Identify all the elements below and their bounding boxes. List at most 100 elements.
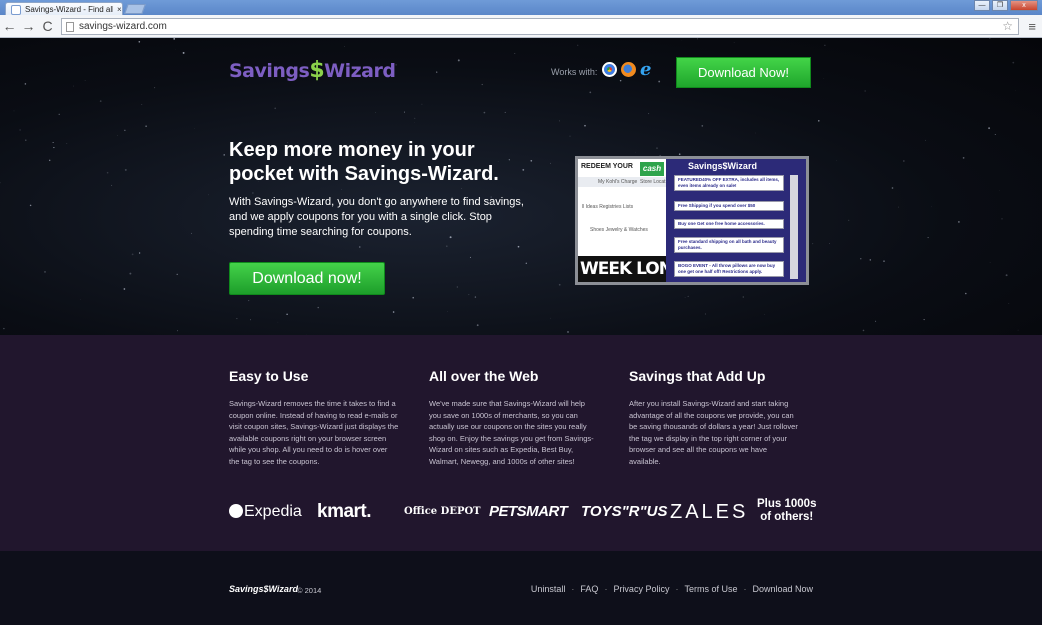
star <box>829 243 830 244</box>
star <box>619 79 622 82</box>
star <box>704 313 706 315</box>
star <box>958 221 960 223</box>
footer-link-terms[interactable]: Terms of Use <box>684 584 737 594</box>
star <box>236 318 238 320</box>
star <box>530 159 533 162</box>
minimize-button[interactable]: — <box>974 0 990 11</box>
feature-text: Savings-Wizard removes the time it takes… <box>229 399 399 466</box>
feature-title: All over the Web <box>429 368 539 384</box>
expedia-logo: Expedia <box>229 503 302 521</box>
star <box>176 330 179 332</box>
star <box>1015 90 1016 92</box>
star <box>988 127 991 130</box>
star <box>550 162 551 164</box>
star <box>19 129 21 131</box>
star <box>414 117 416 120</box>
star <box>823 78 825 79</box>
star <box>862 329 865 332</box>
savings-wizard-logo[interactable]: Savings$Wizard <box>229 58 396 83</box>
star <box>584 124 586 127</box>
star <box>1012 61 1015 64</box>
browser-tab[interactable]: Savings-Wizard - Find all t × <box>5 2 123 16</box>
star <box>569 135 571 137</box>
address-bar[interactable]: savings-wizard.com ☆ <box>61 18 1019 35</box>
star <box>392 311 395 313</box>
star <box>550 317 551 319</box>
star <box>52 142 54 143</box>
feature-easy-to-use: Easy to Use Savings-Wizard removes the t… <box>229 368 399 467</box>
star <box>138 252 141 254</box>
star <box>173 38 176 40</box>
star <box>154 87 156 89</box>
star <box>481 83 483 86</box>
star <box>1005 274 1008 277</box>
star <box>589 91 592 94</box>
logo-text-right: Wizard <box>324 60 396 82</box>
reload-icon[interactable]: C <box>38 18 57 34</box>
star <box>48 159 51 162</box>
star <box>117 135 118 136</box>
star <box>182 51 185 54</box>
star <box>447 311 448 312</box>
footer-logo[interactable]: Savings$Wizard <box>229 584 298 594</box>
footer-link-privacy[interactable]: Privacy Policy <box>613 584 669 594</box>
tab-close-icon[interactable]: × <box>117 5 122 14</box>
preview-coupon: FEATURED40% OFF EXTRA, includes all item… <box>674 175 784 191</box>
url-text: savings-wizard.com <box>79 21 167 32</box>
star <box>436 71 438 73</box>
star <box>84 80 86 82</box>
star <box>457 59 460 62</box>
star <box>208 194 209 196</box>
new-tab-button[interactable] <box>124 4 146 14</box>
footer-link-download[interactable]: Download Now <box>752 584 813 594</box>
close-window-button[interactable]: x <box>1010 0 1038 11</box>
product-screenshot: REDEEM YOUR cash My Kohl's Charge Store … <box>575 156 809 285</box>
hero-download-button[interactable]: Download now! <box>229 262 385 295</box>
bookmark-star-icon[interactable]: ☆ <box>1002 19 1013 33</box>
star <box>812 243 814 245</box>
hero-section: Savings$Wizard Works with: e Download No… <box>0 38 1042 335</box>
preview-panel-logo: Savings$Wizard <box>688 161 757 171</box>
star <box>53 147 55 149</box>
star <box>469 256 471 258</box>
star <box>923 319 925 321</box>
page-icon <box>66 21 74 32</box>
star <box>476 324 479 327</box>
star <box>848 219 850 222</box>
window-titlebar: Savings-Wizard - Find all t × — ❐ x <box>0 0 1042 16</box>
footer-link-uninstall[interactable]: Uninstall <box>531 584 566 594</box>
maximize-button[interactable]: ❐ <box>992 0 1008 11</box>
star <box>3 327 5 330</box>
star <box>445 245 448 248</box>
firefox-icon <box>621 62 636 77</box>
star <box>461 188 463 189</box>
kmart-logo: kmart. <box>317 501 372 522</box>
star <box>175 48 177 50</box>
star <box>733 42 735 43</box>
preview-store-link: Store Locat <box>640 179 666 185</box>
preview-store-page: REDEEM YOUR cash My Kohl's Charge Store … <box>578 159 668 282</box>
star <box>931 206 932 208</box>
star <box>558 283 561 286</box>
forward-icon[interactable]: → <box>19 18 38 34</box>
back-icon[interactable]: ← <box>0 18 19 34</box>
star <box>1019 39 1021 40</box>
chrome-icon <box>602 62 617 77</box>
plus-line-2: of others! <box>760 511 814 523</box>
star <box>869 259 872 261</box>
star <box>824 44 826 46</box>
hero-subtext: With Savings-Wizard, you don't go anywhe… <box>229 196 524 238</box>
star <box>66 143 68 144</box>
star <box>80 299 81 300</box>
header-download-button[interactable]: Download Now! <box>676 57 811 88</box>
star <box>250 319 251 321</box>
star <box>927 237 929 239</box>
window-controls: — ❐ x <box>974 0 1038 11</box>
footer-link-faq[interactable]: FAQ <box>580 584 598 594</box>
feature-text: After you install Savings-Wizard and sta… <box>629 399 798 466</box>
zales-logo: ZALES <box>670 501 749 523</box>
menu-icon[interactable]: ≡ <box>1028 19 1036 34</box>
star <box>836 160 837 161</box>
star <box>1008 303 1010 304</box>
star <box>24 83 27 85</box>
